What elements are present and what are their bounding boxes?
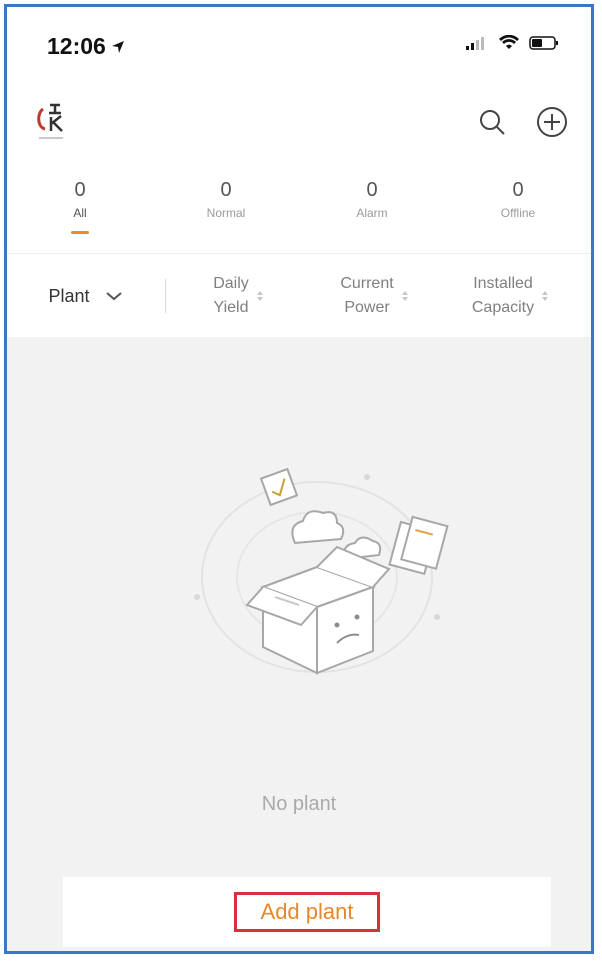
brand-logo-icon bbox=[33, 99, 73, 148]
sort-current-power[interactable]: Current Power bbox=[306, 272, 442, 320]
status-icons bbox=[465, 35, 559, 51]
status-bar: 12:06 bbox=[7, 7, 591, 89]
offline-label: Offline bbox=[500, 206, 536, 220]
daily-yield-line2: Yield bbox=[213, 299, 249, 316]
tab-offline[interactable]: 0 Offline bbox=[445, 167, 591, 247]
plus-circle-icon[interactable] bbox=[535, 105, 569, 139]
column-divider bbox=[165, 279, 166, 313]
alarm-count: 0 bbox=[366, 179, 378, 201]
add-plant-bar: Add plant bbox=[63, 877, 551, 947]
search-icon[interactable] bbox=[475, 105, 509, 139]
tab-alarm[interactable]: 0 Alarm bbox=[299, 167, 445, 247]
sort-icon bbox=[256, 291, 263, 301]
time-text: 12:06 bbox=[47, 33, 106, 59]
signal-icon bbox=[466, 37, 484, 50]
wifi-icon bbox=[499, 35, 519, 49]
phone-frame: 12:06 0 All 0 Normal 0 Alarm 0 Offline P… bbox=[4, 4, 594, 954]
add-plant-button[interactable]: Add plant bbox=[233, 892, 381, 932]
empty-box-illustration-icon bbox=[194, 467, 449, 675]
active-tab-indicator bbox=[71, 231, 89, 234]
tab-normal[interactable]: 0 Normal bbox=[153, 167, 299, 247]
location-arrow-icon bbox=[111, 40, 124, 53]
alarm-label: Alarm bbox=[356, 206, 388, 220]
daily-yield-line1: Daily bbox=[213, 275, 249, 292]
normal-label: Normal bbox=[206, 206, 246, 220]
status-time: 12:06 bbox=[47, 33, 126, 60]
tab-all[interactable]: 0 All bbox=[7, 167, 153, 247]
current-power-line2: Power bbox=[344, 299, 390, 316]
sort-installed-capacity[interactable]: Installed Capacity bbox=[442, 272, 578, 320]
installed-capacity-line2: Capacity bbox=[471, 299, 535, 316]
app-header bbox=[7, 89, 591, 155]
plant-filter-label: Plant bbox=[48, 285, 90, 306]
offline-count: 0 bbox=[512, 179, 524, 201]
sort-icon bbox=[542, 291, 549, 301]
chevron-down-icon bbox=[105, 292, 122, 301]
normal-count: 0 bbox=[220, 179, 232, 201]
all-count: 0 bbox=[74, 179, 86, 201]
current-power-line1: Current bbox=[340, 275, 394, 292]
status-summary-tabs: 0 All 0 Normal 0 Alarm 0 Offline bbox=[7, 167, 591, 247]
sort-icon bbox=[401, 291, 408, 301]
plant-list-area: No plant Add plant bbox=[7, 337, 591, 951]
list-column-header: Plant Daily Yield Current Power Installe… bbox=[7, 253, 591, 338]
empty-state-text: No plant bbox=[261, 793, 337, 815]
all-label: All bbox=[73, 206, 87, 220]
sort-daily-yield[interactable]: Daily Yield bbox=[170, 272, 306, 320]
installed-capacity-line1: Installed bbox=[473, 275, 533, 292]
battery-icon bbox=[529, 36, 558, 50]
plant-filter-dropdown[interactable]: Plant bbox=[7, 286, 165, 307]
